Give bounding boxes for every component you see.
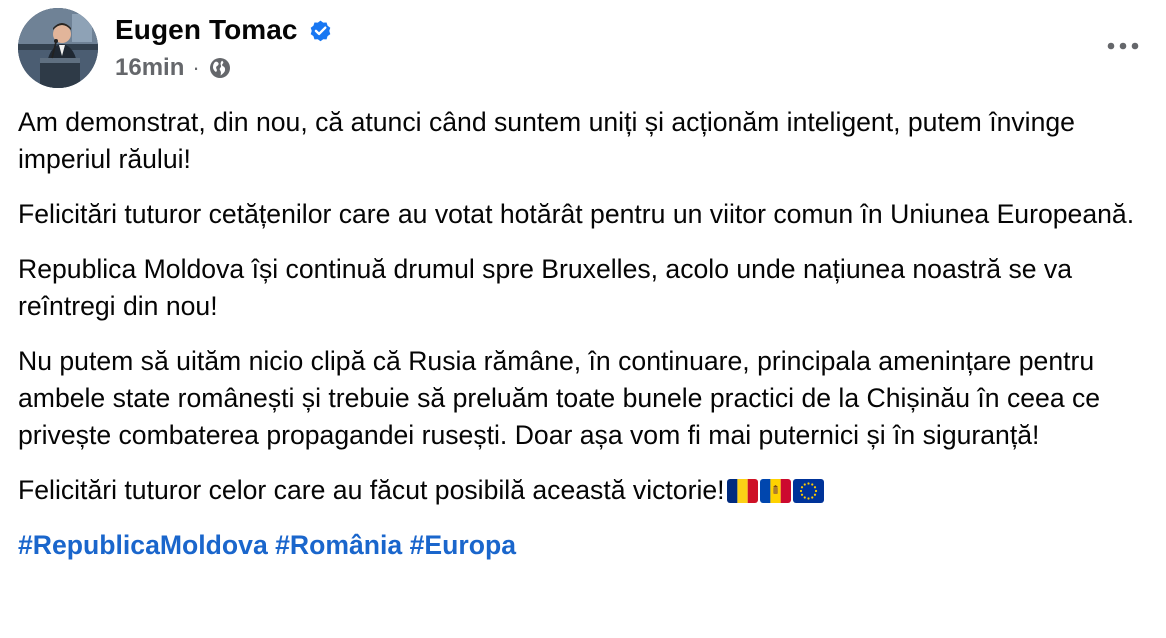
globe-icon[interactable] [208, 56, 232, 80]
flag-eu-icon [792, 479, 824, 503]
hashtag-link[interactable]: #Europa [410, 530, 516, 560]
post-paragraph: Nu putem să uităm nicio clipă că Rusia r… [18, 346, 1101, 450]
post-paragraph-with-flags: Felicitări tuturor celor care au făcut p… [18, 472, 1152, 509]
flag-romania-icon [726, 479, 758, 503]
verified-badge-icon [308, 18, 333, 43]
author-name[interactable]: Eugen Tomac [115, 14, 298, 46]
meta-separator: · [192, 55, 200, 80]
hashtag-separator [402, 530, 409, 560]
post-paragraph: Am demonstrat, din nou, că atunci când s… [18, 107, 1075, 174]
post-header: Eugen Tomac 16min · [18, 8, 1166, 90]
post-paragraph: Republica Moldova își continuă drumul sp… [18, 254, 1073, 321]
hashtag-row: #RepublicaMoldova #România #Europa [18, 527, 1152, 564]
author-avatar[interactable] [18, 8, 98, 88]
post-paragraph-text: Felicitări tuturor celor care au făcut p… [18, 475, 725, 505]
hashtag-link[interactable]: #RepublicaMoldova [18, 530, 268, 560]
post-timestamp[interactable]: 16min [115, 54, 184, 82]
flag-moldova-icon [759, 479, 791, 503]
person-at-podium-photo [18, 8, 98, 88]
author-name-row: Eugen Tomac [115, 14, 333, 46]
facebook-post: Eugen Tomac 16min · Am demonstrat, din n… [0, 0, 1166, 638]
post-paragraph: Felicitări tuturor cetățenilor care au v… [18, 199, 1135, 229]
post-meta: 16min · [115, 54, 232, 82]
post-options-button[interactable] [1100, 28, 1146, 64]
more-horizontal-icon [1107, 42, 1139, 50]
hashtag-link[interactable]: #România [275, 530, 402, 560]
post-body: Am demonstrat, din nou, că atunci când s… [18, 104, 1152, 564]
